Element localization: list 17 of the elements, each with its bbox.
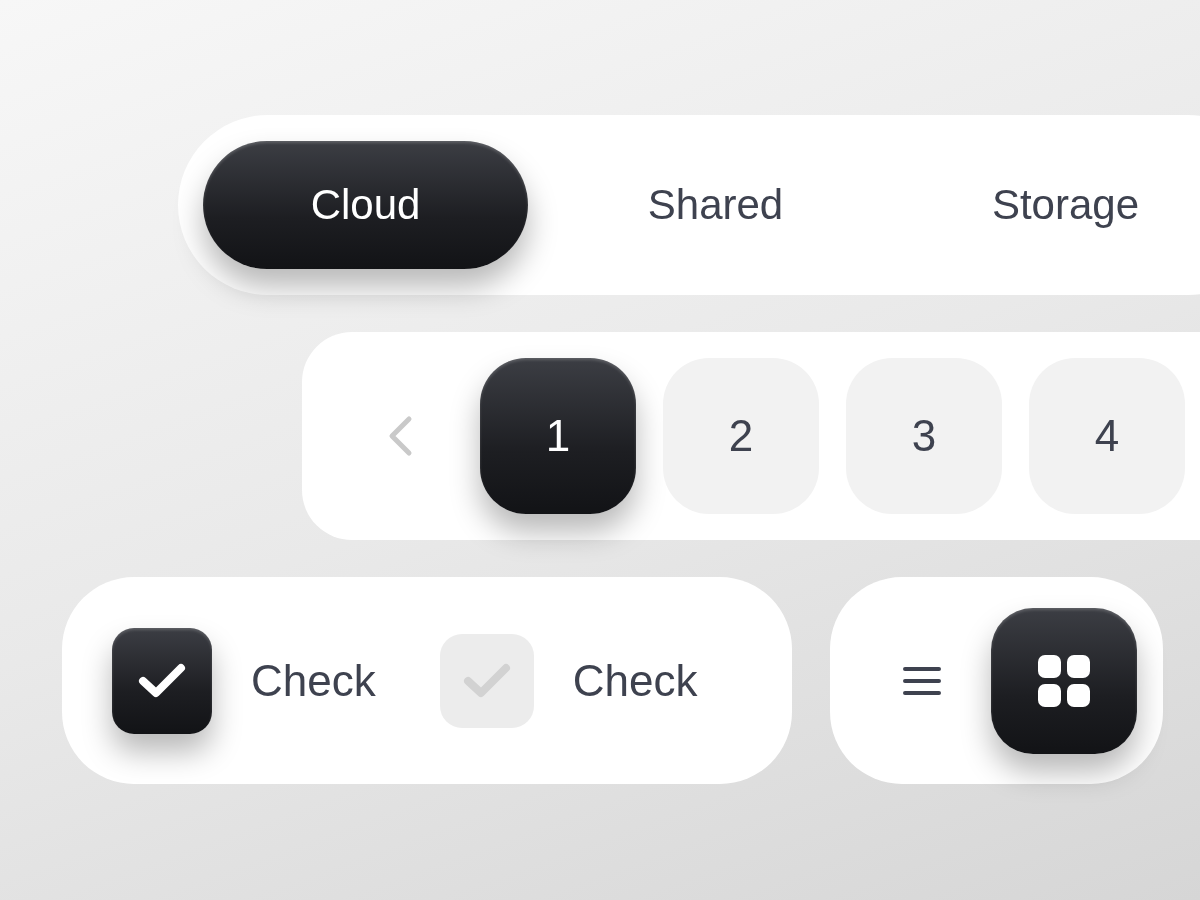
checkbox-label: Check xyxy=(251,655,376,706)
page-button[interactable]: 4 xyxy=(1029,358,1185,514)
checkmark-icon xyxy=(138,662,186,699)
grid-view-button[interactable] xyxy=(991,607,1137,754)
page-button[interactable]: 2 xyxy=(663,358,819,514)
checkmark-icon xyxy=(462,662,511,699)
page-button[interactable]: 3 xyxy=(846,358,1002,514)
checkbox[interactable] xyxy=(112,627,212,734)
grid-icon xyxy=(1038,654,1090,707)
chevron-left-icon xyxy=(387,415,413,457)
tab[interactable]: Cloud xyxy=(203,141,528,269)
checkbox[interactable] xyxy=(439,633,534,728)
page-button[interactable]: 1 xyxy=(480,358,636,514)
tab[interactable]: Storage xyxy=(903,141,1200,269)
menu-icon xyxy=(902,664,942,697)
checkbox-label: Check xyxy=(572,655,698,706)
tab[interactable]: Shared xyxy=(553,141,878,269)
